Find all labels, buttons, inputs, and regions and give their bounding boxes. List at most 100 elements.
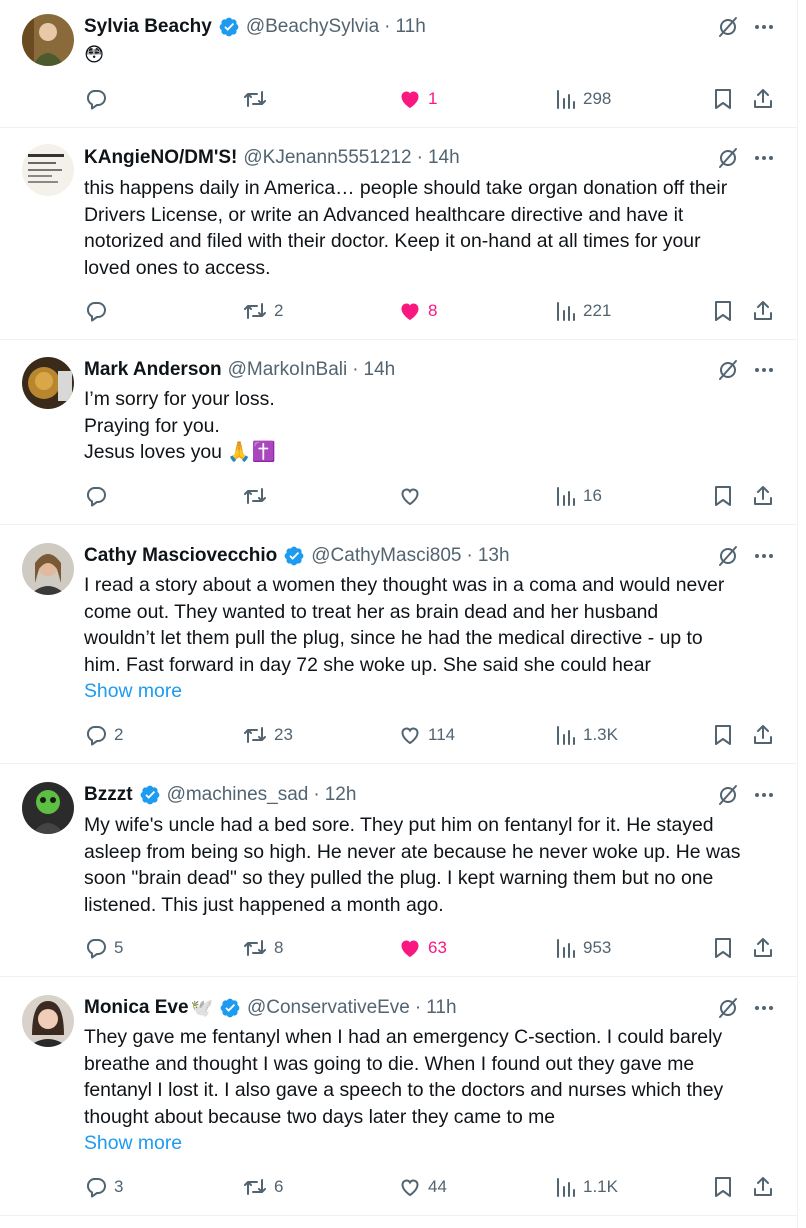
- bookmark-icon: [715, 301, 731, 321]
- timestamp[interactable]: 13h: [478, 545, 510, 567]
- more-icon[interactable]: [752, 358, 776, 382]
- reply-button[interactable]: 5: [84, 935, 123, 961]
- dove-emoji: 🕊️: [190, 997, 213, 1018]
- like-button[interactable]: 1: [398, 86, 437, 112]
- author-name[interactable]: Sylvia Beachy: [84, 16, 212, 38]
- more-icon[interactable]: [752, 996, 776, 1020]
- tweet[interactable]: Bzzzt @machines_sad · 12h My wife's uncl…: [0, 765, 798, 977]
- retweet-button[interactable]: [242, 86, 274, 112]
- tweet-actions: 3 6 44 1.1K: [84, 1174, 784, 1200]
- author-name[interactable]: Cathy Masciovecchio: [84, 545, 277, 567]
- views-button[interactable]: 16: [555, 483, 602, 509]
- bookmark-button[interactable]: [711, 483, 735, 509]
- views-count: 953: [583, 938, 612, 957]
- avatar[interactable]: [22, 357, 74, 409]
- grok-icon[interactable]: [716, 15, 740, 39]
- author-handle[interactable]: @BeachySylvia: [246, 16, 379, 38]
- share-button[interactable]: [751, 86, 775, 112]
- tweet-text-line: Drivers License, or write an Advanced he…: [84, 203, 684, 226]
- tweet-text-line: breathe and thought I was going to die. …: [84, 1052, 695, 1075]
- grok-icon[interactable]: [716, 544, 740, 568]
- views-icon: [557, 726, 575, 745]
- like-button[interactable]: 63: [398, 935, 447, 961]
- retweet-button[interactable]: 6: [242, 1174, 283, 1200]
- avatar[interactable]: [22, 995, 74, 1047]
- tweet[interactable]: Sylvia Beachy @BeachySylvia · 11h 😳 1 29…: [0, 0, 798, 128]
- show-more-link[interactable]: Show more: [84, 680, 182, 703]
- bookmark-button[interactable]: [711, 298, 735, 324]
- reply-button[interactable]: [84, 483, 114, 509]
- author-handle[interactable]: @MarkoInBali: [228, 359, 348, 381]
- tweet-text-line: this happens daily in America… people sh…: [84, 177, 728, 199]
- avatar[interactable]: [22, 144, 74, 196]
- reply-button[interactable]: 2: [84, 722, 123, 748]
- bookmark-button[interactable]: [711, 86, 735, 112]
- grok-icon[interactable]: [716, 146, 740, 170]
- share-button[interactable]: [751, 483, 775, 509]
- more-icon[interactable]: [752, 146, 776, 170]
- like-button[interactable]: 44: [398, 1174, 447, 1200]
- timestamp[interactable]: 11h: [395, 16, 425, 38]
- share-button[interactable]: [751, 722, 775, 748]
- show-more-link[interactable]: Show more: [84, 1132, 182, 1155]
- author-handle[interactable]: @machines_sad: [167, 784, 309, 806]
- tweet-text: I’m sorry for your loss. Praying for you…: [84, 386, 784, 466]
- author-handle[interactable]: @CathyMasci805: [311, 545, 461, 567]
- heart-icon: [401, 727, 419, 745]
- like-button[interactable]: 8: [398, 298, 437, 324]
- retweet-button[interactable]: [242, 483, 274, 509]
- tweet[interactable]: Monica Eve 🕊️ @ConservativeEve · 11h The…: [0, 978, 798, 1216]
- like-button[interactable]: [398, 483, 428, 509]
- retweet-button[interactable]: 8: [242, 935, 283, 961]
- reply-button[interactable]: [84, 86, 114, 112]
- tweet[interactable]: KAngieNO/DM'S! @KJenann5551212 · 14h thi…: [0, 129, 798, 340]
- reply-button[interactable]: [84, 298, 114, 324]
- views-button[interactable]: 1.3K: [555, 722, 618, 748]
- bookmark-icon: [715, 1177, 731, 1197]
- bookmark-button[interactable]: [711, 935, 735, 961]
- views-button[interactable]: 953: [555, 935, 611, 961]
- retweet-button[interactable]: 2: [242, 298, 283, 324]
- author-handle[interactable]: @ConservativeEve: [247, 997, 410, 1019]
- retweet-button[interactable]: 23: [242, 722, 293, 748]
- timestamp[interactable]: 14h: [364, 359, 396, 381]
- tweet[interactable]: Mark Anderson @MarkoInBali · 14h I’m sor…: [0, 341, 798, 525]
- verified-badge-icon: [218, 16, 240, 38]
- tweet-text-line: thought about because two days later the…: [84, 1105, 556, 1128]
- share-button[interactable]: [751, 1174, 775, 1200]
- share-icon: [754, 486, 772, 505]
- tweet-header: Bzzzt @machines_sad · 12h: [84, 782, 356, 808]
- reply-button[interactable]: 3: [84, 1174, 123, 1200]
- share-button[interactable]: [751, 298, 775, 324]
- like-count: 8: [428, 301, 438, 320]
- views-button[interactable]: 221: [555, 298, 611, 324]
- avatar[interactable]: [22, 543, 74, 595]
- tweet-text-line: asleep from being so high. He never ate …: [84, 840, 741, 863]
- views-count: 221: [583, 301, 612, 320]
- avatar[interactable]: [22, 14, 74, 66]
- more-icon[interactable]: [752, 783, 776, 807]
- views-button[interactable]: 298: [555, 86, 611, 112]
- tweet-text: They gave me fentanyl when I had an emer…: [84, 1024, 784, 1130]
- more-icon[interactable]: [752, 544, 776, 568]
- timestamp[interactable]: 12h: [325, 784, 357, 806]
- author-name[interactable]: Bzzzt: [84, 784, 133, 806]
- timestamp[interactable]: 11h: [426, 997, 456, 1019]
- bookmark-button[interactable]: [711, 1174, 735, 1200]
- author-name[interactable]: Monica Eve: [84, 997, 189, 1019]
- author-name[interactable]: Mark Anderson: [84, 359, 222, 381]
- grok-icon[interactable]: [716, 996, 740, 1020]
- grok-icon[interactable]: [716, 358, 740, 382]
- share-button[interactable]: [751, 935, 775, 961]
- reply-count: 3: [114, 1177, 124, 1196]
- more-icon[interactable]: [752, 15, 776, 39]
- grok-icon[interactable]: [716, 783, 740, 807]
- tweet[interactable]: Cathy Masciovecchio @CathyMasci805 · 13h…: [0, 526, 798, 764]
- timestamp[interactable]: 14h: [428, 147, 460, 169]
- author-handle[interactable]: @KJenann5551212: [243, 147, 411, 169]
- author-name[interactable]: KAngieNO/DM'S!: [84, 147, 237, 169]
- like-button[interactable]: 114: [398, 722, 455, 748]
- views-button[interactable]: 1.1K: [555, 1174, 618, 1200]
- avatar[interactable]: [22, 782, 74, 834]
- bookmark-button[interactable]: [711, 722, 735, 748]
